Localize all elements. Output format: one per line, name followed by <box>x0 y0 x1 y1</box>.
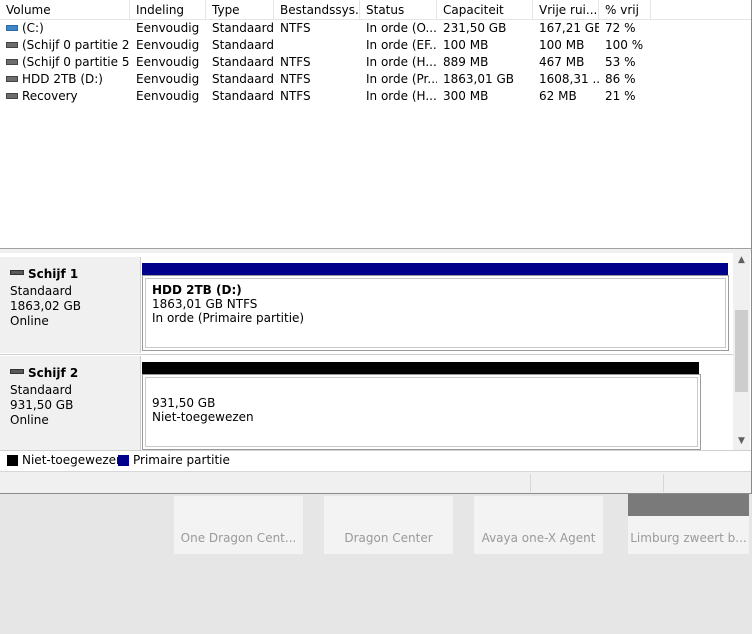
disk-2-label[interactable]: Schijf 2 Standaard 931,50 GB Online <box>0 356 141 450</box>
legend-swatch-unallocated <box>7 455 18 466</box>
disk-2-partition-bar <box>142 362 699 374</box>
volume-status: In orde (O... <box>366 21 437 35</box>
volume-status: In orde (H... <box>366 89 437 103</box>
volume-capacity: 300 MB <box>443 89 489 103</box>
volume-icon <box>6 59 18 65</box>
volume-capacity: 1863,01 GB <box>443 72 514 86</box>
volume-pct-free: 72 % <box>605 21 636 35</box>
volume-free: 1608,31 ... <box>539 72 599 86</box>
volume-free: 167,21 GB <box>539 21 599 35</box>
volume-status: In orde (Pr... <box>366 72 437 86</box>
disk-name: Schijf 2 <box>28 366 79 380</box>
scroll-down-icon[interactable]: ▼ <box>733 436 750 446</box>
volume-capacity: 889 MB <box>443 55 489 69</box>
column-volume[interactable]: Volume <box>0 0 130 19</box>
partition-size: 931,50 GB <box>152 396 216 410</box>
volume-capacity: 231,50 GB <box>443 21 507 35</box>
volume-icon <box>6 93 18 99</box>
volume-fs: NTFS <box>280 21 311 35</box>
volume-row[interactable]: (Schijf 0 partitie 2) Eenvoudig Standaar… <box>0 37 751 54</box>
volume-row[interactable]: HDD 2TB (D:) Eenvoudig Standaard NTFS In… <box>0 71 751 88</box>
legend-swatch-primary <box>118 455 129 466</box>
volume-fs: NTFS <box>280 55 311 69</box>
volume-row[interactable]: (C:) Eenvoudig Standaard NTFS In orde (O… <box>0 20 751 37</box>
volume-free: 100 MB <box>539 38 585 52</box>
disk-type: Standaard <box>10 284 72 298</box>
volume-pct-free: 86 % <box>605 72 636 86</box>
volume-indeling: Eenvoudig <box>136 21 200 35</box>
partition-size: 1863,01 GB NTFS <box>152 297 258 311</box>
disk-size: 931,50 GB <box>10 398 74 412</box>
disk-1-label[interactable]: Schijf 1 Standaard 1863,02 GB Online <box>0 257 141 353</box>
volume-status: In orde (EF... <box>366 38 437 52</box>
tile-one-dragon-center[interactable]: One Dragon Cent... <box>174 496 303 554</box>
disk-icon <box>10 270 24 275</box>
volume-name: (Schijf 0 partitie 5) <box>22 55 130 69</box>
volume-type: Standaard <box>212 55 274 69</box>
disk-2-unallocated[interactable]: 931,50 GB Niet-toegewezen <box>142 374 701 450</box>
volume-fs <box>280 37 360 54</box>
tile-dragon-center[interactable]: Dragon Center <box>324 496 453 554</box>
volume-pct-free: 21 % <box>605 89 636 103</box>
status-segment <box>663 474 664 492</box>
disk-divider <box>0 354 733 355</box>
volume-status: In orde (H... <box>366 55 437 69</box>
disk-1-partition[interactable]: HDD 2TB (D:) 1863,01 GB NTFS In orde (Pr… <box>142 275 729 351</box>
disk-type: Standaard <box>10 383 72 397</box>
partition-status: Niet-toegewezen <box>152 410 254 424</box>
partition-status: In orde (Primaire partitie) <box>152 311 305 325</box>
column-type[interactable]: Type <box>206 0 274 19</box>
volume-capacity: 100 MB <box>443 38 489 52</box>
tile-news-thumbnail <box>628 493 749 516</box>
volume-fs: NTFS <box>280 89 311 103</box>
volume-name: (C:) <box>22 21 44 35</box>
legend-label: Niet-toegewezen <box>22 453 124 467</box>
volume-pct-free: 53 % <box>605 55 636 69</box>
volume-name: Recovery <box>22 89 78 103</box>
volume-indeling: Eenvoudig <box>136 72 200 86</box>
disk-state: Online <box>10 314 49 328</box>
volume-free: 62 MB <box>539 89 577 103</box>
volume-pct-free: 100 % <box>605 38 644 52</box>
tile-avaya-one-x-agent[interactable]: Avaya one-X Agent <box>474 496 603 554</box>
volume-name: (Schijf 0 partitie 2) <box>22 38 130 52</box>
scroll-up-icon[interactable]: ▲ <box>733 255 750 265</box>
volume-type: Standaard <box>212 21 274 35</box>
column-capaciteit[interactable]: Capaciteit <box>437 0 533 19</box>
volume-free: 467 MB <box>539 55 585 69</box>
column-bestandssysteem[interactable]: Bestandssys... <box>274 0 360 19</box>
volume-icon <box>6 76 18 82</box>
column-vrije-ruimte[interactable]: Vrije rui... <box>533 0 599 19</box>
disk-size: 1863,02 GB <box>10 299 81 313</box>
disk-management-window: Volume Indeling Type Bestandssys... Stat… <box>0 0 752 494</box>
volume-row[interactable]: (Schijf 0 partitie 5) Eenvoudig Standaar… <box>0 54 751 71</box>
volume-fs: NTFS <box>280 72 311 86</box>
volume-type: Standaard <box>212 72 274 86</box>
legend-label: Primaire partitie <box>133 453 230 467</box>
disk-name: Schijf 1 <box>28 267 79 281</box>
volume-indeling: Eenvoudig <box>136 89 200 103</box>
status-bar <box>0 471 751 493</box>
legend: Niet-toegewezen Primaire partitie <box>0 450 751 470</box>
volume-icon <box>6 42 18 48</box>
volume-name: HDD 2TB (D:) <box>22 72 103 86</box>
volume-indeling: Eenvoudig <box>136 55 200 69</box>
volume-row[interactable]: Recovery Eenvoudig Standaard NTFS In ord… <box>0 88 751 105</box>
column-indeling[interactable]: Indeling <box>130 0 206 19</box>
disk-view-scrollbar[interactable]: ▲ ▼ <box>733 253 750 450</box>
volume-type: Standaard <box>212 89 274 103</box>
volume-indeling: Eenvoudig <box>136 38 200 52</box>
disk-icon <box>10 369 24 374</box>
column-status[interactable]: Status <box>360 0 437 19</box>
disk-graphical-view: Schijf 1 Standaard 1863,02 GB Online HDD… <box>0 253 733 450</box>
scrollbar-thumb[interactable] <box>735 310 748 392</box>
volume-type: Standaard <box>212 38 274 52</box>
volume-c-icon <box>6 25 18 31</box>
partition-title: HDD 2TB (D:) <box>152 283 242 297</box>
disk-state: Online <box>10 413 49 427</box>
column-pct-vrij[interactable]: % vrij <box>599 0 651 19</box>
disk-1-partition-bar <box>142 263 728 275</box>
volume-list-header: Volume Indeling Type Bestandssys... Stat… <box>0 0 751 20</box>
status-segment <box>530 474 531 492</box>
